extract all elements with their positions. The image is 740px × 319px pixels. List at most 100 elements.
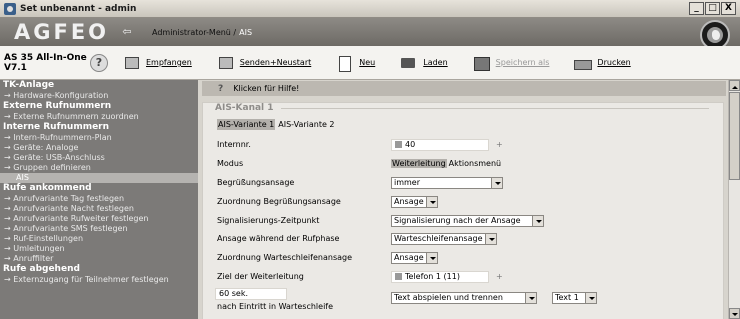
receive-label: Empfangen [146,58,192,67]
add-ziel-icon[interactable]: + [496,272,503,281]
label-ansage-rufphase: Ansage während der Rufphase [217,234,340,243]
new-button[interactable]: Neu [335,55,376,72]
sidebar-section-rufe-ankommend: Rufe ankommend [3,183,92,193]
sidebar-item-intern-plan[interactable]: → Intern-Rufnummern-Plan [0,133,198,143]
label-modus: Modus [217,159,244,168]
load-label: Laden [423,58,448,67]
sidebar-item-gruppen[interactable]: → Gruppen definieren [0,163,198,173]
ziel-field[interactable]: Telefon 1 (11) [391,271,489,283]
label-begruessung: Begrüßungsansage [217,178,295,187]
sidebar-item-ruf-einstellungen[interactable]: → Ruf-Einstellungen [0,234,198,244]
chevron-down-icon [426,253,437,263]
breadcrumb: Administrator-Menü / AIS [152,28,252,37]
save-as-button[interactable]: Speichern als [472,56,550,71]
save-as-label: Speichern als [495,58,550,67]
scroll-up-icon[interactable] [729,80,740,91]
signalisierung-select[interactable]: Signalisierung nach der Ansage [391,215,544,227]
text-value: Text 1 [555,293,579,302]
sidebar-section-externe: Externe Rufnummern [3,101,112,111]
sidebar: TK-Anlage → Hardware-Konfiguration Exter… [0,80,198,319]
app-icon [4,2,16,15]
label-ziel: Ziel der Weiterleitung [217,272,304,281]
main-content: ? Klicken für Hilfe! AIS-Kanal 1 AIS-Var… [198,80,728,319]
chevron-down-icon [525,293,536,303]
sidebar-item-nacht[interactable]: → Anrufvariante Nacht festlegen [0,204,198,214]
chevron-down-icon [585,293,596,303]
label-zuordnung-warte: Zuordnung Warteschleifenansage [217,253,353,262]
label-nach-eintritt: nach Eintritt in Warteschleife [217,302,334,311]
modus-weiterleitung[interactable]: Weiterleitung [391,159,447,168]
ais-panel: AIS-Kanal 1 AIS-Variante 1 AIS-Variante … [202,102,724,319]
new-label: Neu [359,58,376,67]
close-button[interactable]: X [721,2,736,15]
tab-ais-variante-1[interactable]: AIS-Variante 1 [217,119,276,130]
title-bar: Set unbenannt - admin _ □ X [0,0,740,18]
fieldset-title: AIS-Kanal 1 [215,103,274,113]
hint-question-icon: ? [218,83,224,94]
send-restart-button[interactable]: Senden+Neustart [216,56,311,70]
sidebar-item-externzugang[interactable]: → Externzugang für Teilnehmer festlegen [0,275,198,285]
load-button[interactable]: Laden [399,56,448,70]
print-button[interactable]: Drucken [573,56,631,70]
help-hint-bar[interactable]: ? Klicken für Hilfe! [202,81,726,96]
vertical-scrollbar[interactable] [728,80,740,319]
agfeo-logo: AGFEO [14,20,110,44]
minimize-button[interactable]: _ [689,2,704,15]
new-document-icon [335,55,353,72]
sidebar-item-umleitungen[interactable]: → Umleitungen [0,244,198,254]
label-signalisierung: Signalisierungs-Zeitpunkt [217,216,320,225]
ansage-rufphase-select[interactable]: Warteschleifenansage [391,233,497,245]
help-icon[interactable]: ? [90,53,108,72]
save-icon [472,56,490,71]
chevron-down-icon [532,216,543,226]
send-restart-label: Senden+Neustart [239,58,312,67]
header-band: AGFEO ⇦ Administrator-Menü / AIS [0,18,740,50]
sidebar-item-analoge[interactable]: → Geräte: Analoge [0,143,198,153]
label-zuordnung-begruessung: Zuordnung Begrüßungsansage [217,197,341,206]
maximize-button[interactable]: □ [705,2,720,15]
hint-text: Klicken für Hilfe! [233,84,300,93]
receive-icon [122,56,140,70]
sidebar-item-tag[interactable]: → Anrufvariante Tag festlegen [0,194,198,204]
aktion-value: Text abspielen und trennen [394,293,503,302]
modus-aktionsmenue[interactable]: Aktionsmenü [447,159,503,168]
label-internnr: Internnr. [217,140,251,149]
scroll-thumb[interactable] [729,92,740,180]
sidebar-section-rufe-abgehend: Rufe abgehend [3,264,80,274]
chevron-down-icon [426,197,437,207]
breadcrumb-current: AIS [239,27,253,37]
add-internnr-icon[interactable]: + [496,140,503,149]
sidebar-item-hardware[interactable]: → Hardware-Konfiguration [0,91,198,101]
receive-button[interactable]: Empfangen [122,56,192,70]
print-icon [573,56,593,70]
text-select[interactable]: Text 1 [552,292,597,304]
internnr-field[interactable]: 40 [391,139,489,151]
begruessung-select[interactable]: immer [391,177,503,189]
sidebar-item-sms[interactable]: → Anrufvariante SMS festlegen [0,224,198,234]
signalisierung-value: Signalisierung nach der Ansage [394,216,521,225]
modus-toggle: Weiterleitung Aktionsmenü [391,159,503,168]
open-folder-icon [399,56,417,70]
fieldset-divider [281,108,709,109]
zuordnung-warte-select[interactable]: Ansage 1 [391,252,438,264]
sidebar-section-interne: Interne Rufnummern [3,122,110,132]
phone-icon [395,273,402,280]
begruessung-value: immer [394,178,421,187]
sidebar-item-anruffilter[interactable]: → Anruffilter [0,254,198,264]
back-arrow-icon[interactable]: ⇦ [116,24,138,40]
sidebar-item-rufweiter[interactable]: → Anrufvariante Rufweiter festlegen [0,214,198,224]
sidebar-item-ais[interactable]: AIS [0,173,198,183]
sidebar-item-usb[interactable]: → Geräte: USB-Anschluss [0,153,198,163]
phone-number-icon [395,141,402,148]
send-icon [216,56,234,70]
window-controls: _ □ X [689,2,736,15]
breadcrumb-base[interactable]: Administrator-Menü / [152,28,236,37]
sekunden-field[interactable]: 60 sek. [215,288,287,300]
zuordnung-begruessung-select[interactable]: Ansage 1 [391,196,438,208]
tab-ais-variante-2[interactable]: AIS-Variante 2 [277,119,335,130]
scroll-down-icon[interactable] [729,308,740,319]
chevron-down-icon [491,178,502,188]
ziel-value: Telefon 1 (11) [405,272,460,281]
sidebar-item-externe-zuordnen[interactable]: → Externe Rufnummern zuordnen [0,112,198,122]
aktion-select[interactable]: Text abspielen und trennen [391,292,537,304]
